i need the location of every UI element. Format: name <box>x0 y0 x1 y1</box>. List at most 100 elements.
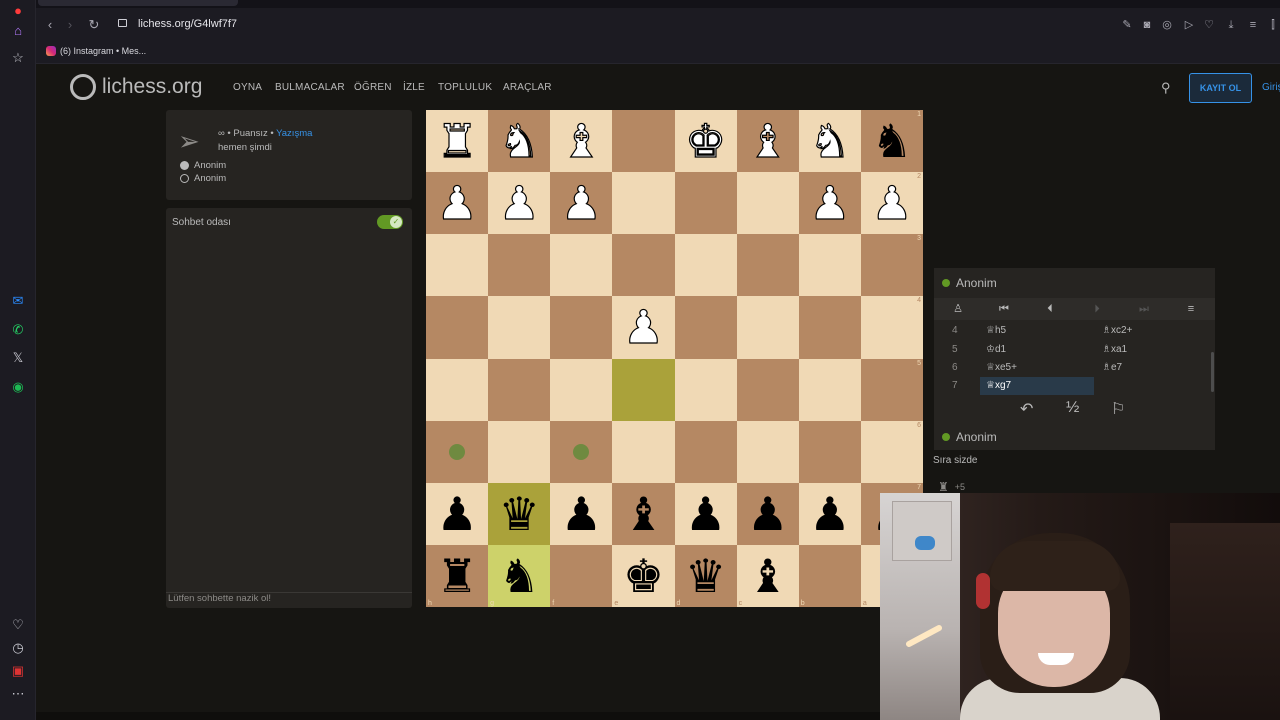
prev-move-icon[interactable]: ⏴ <box>1042 301 1058 317</box>
nav-learn[interactable]: ÖĞREN <box>354 82 392 93</box>
white-pawn-icon[interactable]: ♟ <box>498 180 540 227</box>
move-list-scrollbar[interactable] <box>1211 352 1214 392</box>
heart-icon[interactable]: ♡ <box>8 615 28 635</box>
nav-community[interactable]: TOPLULUK <box>438 82 492 93</box>
board-square[interactable] <box>488 420 551 483</box>
board-square[interactable] <box>612 172 675 235</box>
board-square[interactable] <box>488 296 551 359</box>
black-pawn-icon[interactable]: ♟ <box>747 491 788 537</box>
board-square[interactable] <box>426 358 489 421</box>
board-square[interactable]: 5 <box>860 358 923 421</box>
play-icon[interactable]: ▷ <box>1182 18 1196 32</box>
board-square[interactable] <box>550 420 613 483</box>
download-icon[interactable]: ⤓ <box>1224 18 1238 32</box>
chat-toggle[interactable]: ✓ <box>377 215 403 229</box>
chat-input[interactable]: Lütfen sohbette nazik ol! <box>166 592 412 608</box>
black-queen-icon[interactable]: ♛ <box>499 491 540 537</box>
white-pawn-icon[interactable]: ♟ <box>560 180 602 227</box>
board-square[interactable] <box>612 420 675 483</box>
white-pawn-icon[interactable]: ♟ <box>436 180 478 227</box>
board-square[interactable] <box>612 358 675 421</box>
camera-icon[interactable]: ◙ <box>1140 18 1154 32</box>
takeback-icon[interactable]: ↶ <box>1020 399 1033 419</box>
board-square[interactable]: ♛ <box>488 482 551 545</box>
white-rook-icon[interactable]: ♜ <box>436 117 478 164</box>
legal-move-dot[interactable] <box>449 443 466 460</box>
player-name[interactable]: Anonim <box>194 160 226 171</box>
first-move-icon[interactable]: ⏮ <box>996 301 1012 317</box>
black-move[interactable]: ♗e7 <box>1102 362 1122 373</box>
site-logo[interactable]: lichess.org <box>70 74 202 100</box>
board-square[interactable]: 3 <box>860 234 923 297</box>
draw-offer-button[interactable]: ½ <box>1066 399 1079 417</box>
board-square[interactable]: ♞ <box>798 110 861 173</box>
board-square[interactable]: ♝ <box>550 110 613 173</box>
board-square[interactable] <box>426 420 489 483</box>
board-square[interactable]: ♟ <box>550 172 613 235</box>
board-square[interactable] <box>798 358 861 421</box>
board-square[interactable] <box>798 234 861 297</box>
black-king-icon[interactable]: ♚ <box>623 553 664 599</box>
board-square[interactable] <box>736 296 799 359</box>
board-square[interactable]: ♜ <box>426 110 489 173</box>
board-square[interactable]: ♟ <box>612 296 675 359</box>
board-square[interactable] <box>674 172 737 235</box>
black-bishop-icon[interactable]: ♝ <box>623 491 664 537</box>
black-move[interactable]: ♗xa1 <box>1102 344 1127 355</box>
white-knight-icon[interactable]: ♞ <box>498 117 540 164</box>
edit-icon[interactable]: ✎ <box>1120 18 1134 32</box>
nav-puzzles[interactable]: BULMACALAR <box>275 82 345 93</box>
black-bishop-icon[interactable]: ♝ <box>747 553 788 599</box>
board-square[interactable] <box>674 420 737 483</box>
white-pawn-icon[interactable]: ♟ <box>622 304 664 351</box>
white-bishop-icon[interactable]: ♝ <box>746 117 788 164</box>
history-icon[interactable]: ◷ <box>8 638 28 658</box>
more-icon[interactable]: ⋯ <box>8 684 28 704</box>
board-square[interactable]: ♟ <box>550 482 613 545</box>
white-bishop-icon[interactable]: ♝ <box>560 117 602 164</box>
opera-icon[interactable]: ● <box>8 0 28 20</box>
black-queen-icon[interactable]: ♛ <box>685 553 726 599</box>
board-square[interactable] <box>612 234 675 297</box>
board-square[interactable] <box>488 234 551 297</box>
legal-move-dot[interactable] <box>573 443 590 460</box>
resign-flag-icon[interactable]: ⚐ <box>1111 399 1125 419</box>
board-square[interactable]: ♟ <box>798 172 861 235</box>
board-square[interactable]: ♛ d <box>674 544 737 607</box>
bookmark-instagram[interactable]: (6) Instagram • Mes... <box>46 46 146 56</box>
flip-board-icon[interactable]: ♙ <box>950 301 966 317</box>
board-square[interactable]: ♞ 1 <box>860 110 923 173</box>
board-square[interactable]: 4 <box>860 296 923 359</box>
forward-icon[interactable]: › <box>62 17 78 33</box>
white-pawn-icon[interactable]: ♟ <box>871 180 913 227</box>
spotify-icon[interactable]: ◉ <box>8 377 28 397</box>
board-square[interactable] <box>550 234 613 297</box>
black-pawn-icon[interactable]: ♟ <box>809 491 850 537</box>
login-link[interactable]: Giriş <box>1262 82 1280 93</box>
board-square[interactable] <box>550 296 613 359</box>
black-knight-icon[interactable]: ♞ <box>499 553 540 599</box>
search-icon[interactable]: ⚲ <box>1161 80 1175 95</box>
board-square[interactable]: ♟ <box>488 172 551 235</box>
board-square[interactable]: ♞ g <box>488 544 551 607</box>
board-square[interactable] <box>736 420 799 483</box>
heart-icon[interactable]: ♡ <box>1202 18 1216 32</box>
messenger-icon[interactable]: ✉ <box>8 291 28 311</box>
black-move[interactable]: ♗xc2+ <box>1102 325 1132 336</box>
signup-button[interactable]: KAYIT OL <box>1189 73 1252 103</box>
white-move[interactable]: ♕h5 <box>986 325 1006 336</box>
nav-play[interactable]: OYNA <box>233 82 262 93</box>
star-icon[interactable]: ☆ <box>8 48 28 68</box>
active-tab[interactable] <box>38 0 238 6</box>
next-move-icon[interactable]: ⏵ <box>1089 301 1105 317</box>
board-square[interactable]: 6 <box>860 420 923 483</box>
board-square[interactable]: ♚ <box>674 110 737 173</box>
board-square[interactable]: ♚ e <box>612 544 675 607</box>
board-square[interactable]: ♟ <box>426 482 489 545</box>
board-square[interactable] <box>612 110 675 173</box>
game-type-link[interactable]: Yazışma <box>276 128 312 139</box>
white-move[interactable]: ♕xg7 <box>986 380 1011 391</box>
board-square[interactable] <box>426 296 489 359</box>
black-pawn-icon[interactable]: ♟ <box>436 491 477 537</box>
whatsapp-icon[interactable]: ✆ <box>8 320 28 340</box>
